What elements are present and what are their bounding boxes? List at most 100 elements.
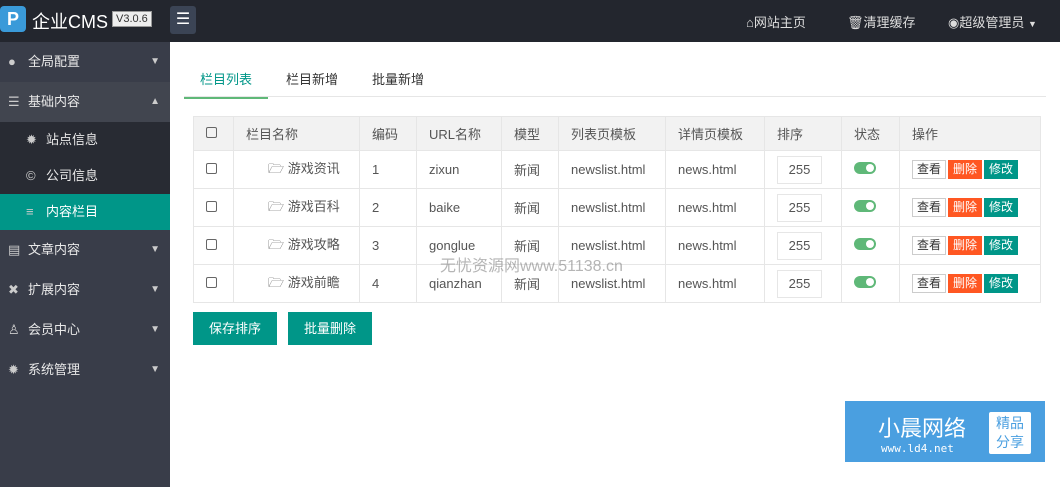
site-badge: 小晨网络 www.ld4.net 精品 分享 — [845, 401, 1045, 462]
tab-batch-add[interactable]: 批量新增 — [372, 69, 424, 88]
sort-input[interactable]: 255 — [777, 193, 822, 222]
sidebar-sub-site-info[interactable]: ✹ 站点信息 — [0, 122, 170, 158]
header-url: URL名称 — [416, 116, 502, 151]
view-button[interactable]: 查看 — [912, 274, 947, 293]
sliders-icon: ☰ — [8, 94, 20, 109]
brand-name: 企业CMS — [32, 12, 108, 32]
column-list-template: newslist.html — [558, 150, 666, 189]
column-list-template: newslist.html — [558, 188, 666, 227]
column-url: baike — [416, 188, 502, 227]
sort-input[interactable]: 255 — [777, 231, 822, 260]
header-sort: 排序 — [764, 116, 842, 151]
watermark: 无忧资源网www.51138.cn — [440, 258, 623, 275]
column-name: 游戏攻略 — [287, 236, 340, 252]
row-checkbox[interactable] — [206, 163, 217, 174]
header-detail-template: 详情页模板 — [665, 116, 765, 151]
logo-icon: P — [0, 6, 26, 32]
view-button[interactable]: 查看 — [912, 236, 947, 255]
menu-toggle-button[interactable]: ☰ — [170, 6, 196, 34]
gear-icon: ✹ — [8, 362, 19, 377]
folder-icon: 🗁 — [268, 274, 285, 290]
sidebar-item-articles[interactable]: ▤ 文章内容 ▼ — [0, 230, 170, 270]
header-list-template: 列表页模板 — [558, 116, 666, 151]
sort-input[interactable]: 255 — [777, 269, 822, 298]
row-checkbox[interactable] — [206, 239, 217, 250]
table-row: 🗁 游戏资讯 1 zixun 新闻 newslist.html news.htm… — [193, 150, 1041, 189]
copyright-icon: © — [26, 168, 36, 183]
sidebar-sub-company-info[interactable]: © 公司信息 — [0, 158, 170, 194]
expand-icon: ✖ — [8, 282, 19, 297]
column-code: 4 — [359, 264, 417, 303]
header-model: 模型 — [501, 116, 559, 151]
column-detail-template: news.html — [665, 264, 765, 303]
view-button[interactable]: 查看 — [912, 160, 947, 179]
column-code: 3 — [359, 226, 417, 265]
column-url: zixun — [416, 150, 502, 189]
delete-button[interactable]: 删除 — [948, 236, 983, 255]
chevron-down-icon: ▼ — [150, 324, 160, 335]
sidebar-item-basic-content[interactable]: ☰ 基础内容 ▲ — [0, 82, 170, 122]
column-model: 新闻 — [501, 188, 559, 227]
sidebar: ● 全局配置 ▼ ☰ 基础内容 ▲ ✹ 站点信息 © 公司信息 ≡ 内容栏目 ▤ 文章内容 ▼ ✖… — [0, 42, 170, 487]
user-circle-icon: ◉ — [948, 15, 960, 30]
delete-button[interactable]: 删除 — [948, 198, 983, 217]
table-header: 栏目名称 编码 URL名称 模型 列表页模板 详情页模板 排序 状态 操作 — [193, 116, 1041, 151]
sidebar-sub-content-columns[interactable]: ≡ 内容栏目 — [0, 194, 170, 230]
column-name: 游戏百科 — [287, 198, 340, 214]
user-menu[interactable]: ◉超级管理员 ▼ — [948, 12, 1037, 31]
top-bar: P 企业CMS V3.0.6 ☰ ⌂网站主页 🗑清理缓存 ◉超级管理员 ▼ — [0, 0, 1060, 42]
version-badge: V3.0.6 — [112, 11, 152, 27]
chevron-down-icon: ▼ — [150, 364, 160, 375]
select-all-checkbox[interactable] — [206, 127, 217, 138]
delete-button[interactable]: 删除 — [948, 160, 983, 179]
home-link[interactable]: ⌂网站主页 — [746, 12, 806, 31]
header-actions: 操作 — [899, 116, 1041, 151]
batch-delete-button[interactable]: 批量删除 — [288, 312, 373, 345]
status-toggle[interactable] — [854, 276, 876, 288]
column-code: 1 — [359, 150, 417, 189]
row-checkbox[interactable] — [206, 201, 217, 212]
clear-cache-link[interactable]: 🗑清理缓存 — [847, 12, 916, 31]
table-row: 🗁 游戏百科 2 baike 新闻 newslist.html news.htm… — [193, 188, 1041, 227]
list-icon: ≡ — [26, 204, 34, 219]
sidebar-item-extensions[interactable]: ✖ 扩展内容 ▼ — [0, 270, 170, 310]
user-icon: ♙ — [8, 322, 20, 337]
delete-button[interactable]: 删除 — [948, 274, 983, 293]
chevron-down-icon: ▼ — [150, 56, 160, 67]
status-toggle[interactable] — [854, 238, 876, 250]
row-checkbox[interactable] — [206, 277, 217, 288]
column-model: 新闻 — [501, 150, 559, 189]
view-button[interactable]: 查看 — [912, 198, 947, 217]
tab-column-add[interactable]: 栏目新增 — [286, 69, 338, 88]
sidebar-item-system[interactable]: ✹ 系统管理 ▼ — [0, 350, 170, 390]
gear-icon: ✹ — [26, 132, 37, 147]
chevron-down-icon: ▼ — [150, 244, 160, 255]
edit-button[interactable]: 修改 — [984, 198, 1019, 217]
tab-bar: 栏目列表 栏目新增 批量新增 — [184, 66, 1046, 99]
edit-button[interactable]: 修改 — [984, 274, 1019, 293]
status-toggle[interactable] — [854, 200, 876, 212]
column-code: 2 — [359, 188, 417, 227]
globe-icon: ● — [8, 54, 16, 69]
sidebar-item-members[interactable]: ♙ 会员中心 ▼ — [0, 310, 170, 350]
edit-button[interactable]: 修改 — [984, 160, 1019, 179]
edit-button[interactable]: 修改 — [984, 236, 1019, 255]
status-toggle[interactable] — [854, 162, 876, 174]
folder-icon: 🗁 — [268, 160, 285, 176]
sidebar-item-global-config[interactable]: ● 全局配置 ▼ — [0, 42, 170, 82]
chevron-up-icon: ▲ — [150, 96, 160, 107]
column-name: 游戏前瞻 — [287, 274, 340, 290]
column-detail-template: news.html — [665, 150, 765, 189]
column-name: 游戏资讯 — [287, 160, 340, 176]
file-icon: ▤ — [8, 242, 21, 257]
header-status: 状态 — [841, 116, 900, 151]
header-code: 编码 — [359, 116, 417, 151]
folder-icon: 🗁 — [268, 236, 285, 252]
column-detail-template: news.html — [665, 188, 765, 227]
save-sort-button[interactable]: 保存排序 — [193, 312, 278, 345]
sort-input[interactable]: 255 — [777, 155, 822, 184]
home-icon: ⌂ — [746, 15, 754, 30]
tab-column-list[interactable]: 栏目列表 — [184, 69, 269, 99]
header-name: 栏目名称 — [233, 116, 360, 151]
chevron-down-icon: ▼ — [150, 284, 160, 295]
